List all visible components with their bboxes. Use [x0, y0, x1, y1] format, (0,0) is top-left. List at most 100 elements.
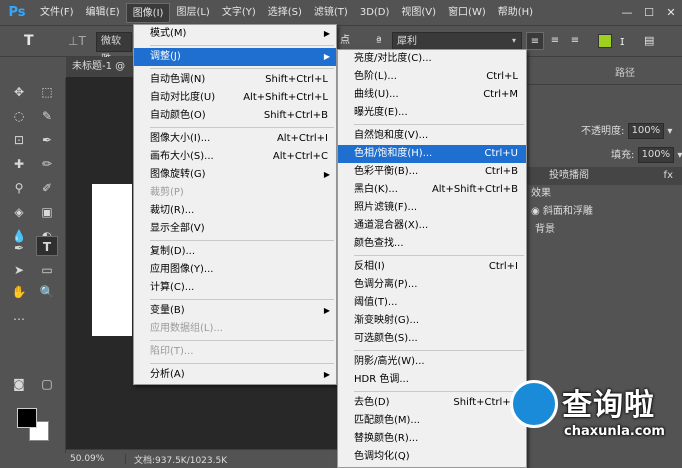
- align-left-icon[interactable]: ≡: [526, 32, 544, 50]
- menu-image[interactable]: 图像(I): [125, 2, 171, 23]
- screen-mode-icon[interactable]: ▢: [36, 374, 58, 394]
- adjust_menu-item[interactable]: HDR 色调...: [338, 371, 526, 389]
- adjust_menu-item[interactable]: 匹配颜色(M)...: [338, 412, 526, 430]
- image_menu-item[interactable]: 计算(C)...: [134, 279, 336, 297]
- type-tool-selected-icon[interactable]: T: [36, 236, 58, 256]
- adjust_menu-item[interactable]: 阈值(T)...: [338, 294, 526, 312]
- adjust_menu-item[interactable]: 自然饱和度(V)...: [338, 127, 526, 145]
- marquee-tool-icon[interactable]: ⬚: [36, 82, 58, 102]
- type-tool-icon[interactable]: T: [24, 32, 34, 52]
- document-tab[interactable]: 未标题-1 @: [66, 57, 136, 77]
- adjust_menu-item[interactable]: 色调均化(Q): [338, 448, 526, 466]
- tab-channels[interactable]: [567, 63, 607, 84]
- pen-tool-icon[interactable]: ✒: [8, 238, 30, 258]
- lasso-tool-icon[interactable]: ◌: [8, 106, 30, 126]
- image_menu-item[interactable]: 图像旋转(G) ▶: [134, 166, 336, 184]
- align-center-icon[interactable]: ≡: [548, 32, 562, 52]
- adjust_menu-item[interactable]: 阴影/高光(W)...: [338, 353, 526, 371]
- menu-type[interactable]: 文字(Y): [216, 3, 262, 23]
- move-tool-icon[interactable]: ✥: [8, 82, 30, 102]
- path-select-tool-icon[interactable]: ➤: [8, 260, 30, 280]
- menu-view[interactable]: 视图(V): [395, 3, 442, 23]
- fill-input[interactable]: 100%: [637, 147, 675, 163]
- layer-effect-bevel-row[interactable]: ◉ 斜面和浮雕: [527, 203, 682, 221]
- adjust_menu-item[interactable]: 色相/饱和度(H)... Ctrl+U: [338, 145, 526, 163]
- adjust_menu-item[interactable]: 黑白(K)... Alt+Shift+Ctrl+B: [338, 181, 526, 199]
- image_menu-item[interactable]: 模式(M) ▶: [134, 25, 336, 43]
- image_menu-item-label: 复制(D)...: [150, 246, 196, 257]
- image_menu-item[interactable]: 自动对比度(U) Alt+Shift+Ctrl+L: [134, 89, 336, 107]
- adjust_menu-item[interactable]: 反相(I) Ctrl+I: [338, 258, 526, 276]
- adjust_menu-item[interactable]: 照片滤镜(F)...: [338, 199, 526, 217]
- image_menu-item[interactable]: 图像大小(I)... Alt+Ctrl+I: [134, 130, 336, 148]
- adjust_menu-item[interactable]: 去色(D) Shift+Ctrl+U: [338, 394, 526, 412]
- eyedropper-tool-icon[interactable]: ✒: [36, 130, 58, 150]
- layer-background-row[interactable]: 背景: [527, 221, 682, 239]
- image_menu-item[interactable]: 自动颜色(O) Shift+Ctrl+B: [134, 107, 336, 125]
- zoom-level[interactable]: 50.09%: [66, 454, 126, 464]
- fill-chevron-icon[interactable]: ▾: [677, 150, 682, 161]
- quick-select-tool-icon[interactable]: ✎: [36, 106, 58, 126]
- brush-tool-icon[interactable]: ✏: [36, 154, 58, 174]
- adjust_menu-item[interactable]: 色阶(L)... Ctrl+L: [338, 68, 526, 86]
- more-tools-icon[interactable]: …: [8, 306, 30, 326]
- adjust_menu-item[interactable]: 可选颜色(S)...: [338, 330, 526, 348]
- adjust_menu-item[interactable]: 色调分离(P)...: [338, 276, 526, 294]
- image_menu-item[interactable]: 调整(J) ▶: [134, 48, 336, 66]
- gradient-tool-icon[interactable]: ▣: [36, 202, 58, 222]
- font-family-field[interactable]: 微软雅: [96, 32, 132, 65]
- adjust_menu-item[interactable]: 曲线(U)... Ctrl+M: [338, 86, 526, 104]
- menu-layer[interactable]: 图层(L): [170, 3, 215, 23]
- document-canvas[interactable]: [92, 184, 132, 336]
- warp-text-icon[interactable]: ɪ: [620, 32, 634, 52]
- tab-layers[interactable]: [527, 63, 567, 84]
- menu-select[interactable]: 选择(S): [262, 3, 308, 23]
- adjust_menu-item[interactable]: 颜色查找...: [338, 235, 526, 253]
- text-color-swatch[interactable]: [598, 34, 612, 48]
- image_menu-item[interactable]: 显示全部(V): [134, 220, 336, 238]
- minimize-icon[interactable]: —: [616, 0, 638, 26]
- adjust_menu-item-label: 照片滤镜(F)...: [354, 202, 418, 213]
- hand-tool-icon[interactable]: ✋: [8, 282, 30, 302]
- image_menu-item[interactable]: 复制(D)...: [134, 243, 336, 261]
- menu-edit[interactable]: 编辑(E): [80, 3, 126, 23]
- image_menu-item[interactable]: 变量(B) ▶: [134, 302, 336, 320]
- quick-mask-icon[interactable]: ◙: [8, 374, 30, 394]
- crop-tool-icon[interactable]: ⊡: [8, 130, 30, 150]
- healing-brush-icon[interactable]: ✚: [8, 154, 30, 174]
- menu-filter[interactable]: 滤镜(T): [308, 3, 354, 23]
- adjust_menu-item[interactable]: 色彩平衡(B)... Ctrl+B: [338, 163, 526, 181]
- zoom-tool-icon[interactable]: 🔍: [36, 282, 58, 302]
- image_menu-item[interactable]: 分析(A) ▶: [134, 366, 336, 384]
- adjust_menu-item[interactable]: 渐变映射(G)...: [338, 312, 526, 330]
- menu-file[interactable]: 文件(F): [34, 3, 80, 23]
- clone-stamp-icon[interactable]: ⚲: [8, 178, 30, 198]
- menu-3d[interactable]: 3D(D): [354, 3, 396, 23]
- maximize-icon[interactable]: ☐: [638, 0, 660, 26]
- eraser-tool-icon[interactable]: ◈: [8, 202, 30, 222]
- close-icon[interactable]: ✕: [660, 0, 682, 26]
- adjust_menu-item[interactable]: 通道混合器(X)...: [338, 217, 526, 235]
- image_menu-item[interactable]: 裁切(R)...: [134, 202, 336, 220]
- opacity-chevron-icon[interactable]: ▾: [667, 126, 672, 137]
- image_menu-item-label: 应用数据组(L)...: [150, 323, 223, 334]
- vertical-type-icon[interactable]: ⊥T: [68, 32, 86, 52]
- image_menu-item[interactable]: 画布大小(S)... Alt+Ctrl+C: [134, 148, 336, 166]
- layer-row-text[interactable]: 投喷播阁 fx: [527, 167, 682, 185]
- history-brush-icon[interactable]: ✐: [36, 178, 58, 198]
- menu-help[interactable]: 帮助(H): [492, 3, 539, 23]
- image_menu-item[interactable]: 应用图像(Y)...: [134, 261, 336, 279]
- adjust_menu-item[interactable]: 替换颜色(R)...: [338, 430, 526, 448]
- foreground-color-swatch[interactable]: [17, 408, 37, 428]
- tab-paths[interactable]: 路径: [607, 63, 643, 84]
- menu-window[interactable]: 窗口(W): [442, 3, 492, 23]
- layer-effects-row[interactable]: 效果: [527, 185, 682, 203]
- align-right-icon[interactable]: ≡: [568, 32, 582, 52]
- image_menu-item[interactable]: 自动色调(N) Shift+Ctrl+L: [134, 71, 336, 89]
- character-panel-icon[interactable]: ▤: [644, 32, 658, 52]
- adjust_menu-item[interactable]: 亮度/对比度(C)...: [338, 50, 526, 68]
- adjust_menu-item[interactable]: 曝光度(E)...: [338, 104, 526, 122]
- rectangle-tool-icon[interactable]: ▭: [36, 260, 58, 280]
- opacity-input[interactable]: 100%: [627, 123, 665, 139]
- eye-icon[interactable]: ◉: [531, 206, 543, 217]
